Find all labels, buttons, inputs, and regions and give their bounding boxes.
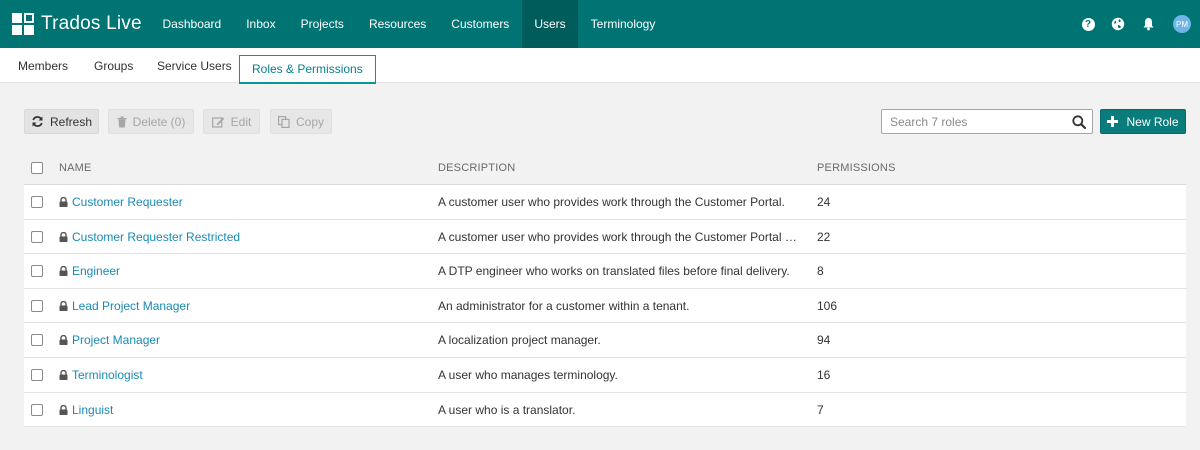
edit-button[interactable]: Edit xyxy=(203,109,260,134)
lock-icon xyxy=(59,197,68,207)
role-description: A user who manages terminology. xyxy=(438,367,618,382)
lock-icon xyxy=(59,300,68,311)
tab-groups[interactable]: Groups xyxy=(94,48,133,83)
role-permissions-count: 22 xyxy=(817,229,831,244)
search-input[interactable] xyxy=(882,110,1062,133)
role-name: Linguist xyxy=(72,402,114,417)
role-description: An administrator for a customer within a… xyxy=(438,298,690,313)
role-permissions-count: 8 xyxy=(817,264,824,279)
trash-icon xyxy=(117,116,127,128)
app-name: Trados Live xyxy=(41,13,142,34)
user-avatar[interactable]: PM xyxy=(1173,15,1191,33)
role-description: A customer user who provides work throug… xyxy=(438,229,798,244)
role-permissions-count: 94 xyxy=(817,333,831,348)
role-permissions-count: 24 xyxy=(817,195,831,209)
column-header-permissions[interactable]: PERMISSIONS xyxy=(817,151,896,185)
row-checkbox[interactable] xyxy=(31,403,43,416)
delete-label: Delete (0) xyxy=(132,114,186,129)
nav-item-customers[interactable]: Customers xyxy=(439,0,522,48)
main-content: Refresh Delete (0) Edit Copy Search 7 ro… xyxy=(0,84,1200,450)
table-row[interactable]: Lead Project Manager An administrator fo… xyxy=(24,288,1186,324)
select-all-checkbox[interactable] xyxy=(31,162,43,174)
refresh-icon xyxy=(31,115,44,128)
bell-icon[interactable] xyxy=(1141,17,1155,31)
nav-menu: Dashboard Inbox Projects Resources Custo… xyxy=(150,0,668,48)
table-row[interactable]: Linguist A user who is a translator. 7 xyxy=(24,392,1186,428)
lock-icon xyxy=(59,369,68,380)
trados-logo-icon xyxy=(12,13,34,35)
row-checkbox[interactable] xyxy=(31,265,43,278)
roles-table: NAME DESCRIPTION PERMISSIONS Customer Re… xyxy=(24,151,1186,428)
edit-icon xyxy=(211,116,225,128)
copy-button[interactable]: Copy xyxy=(270,109,332,134)
roles-panel: Refresh Delete (0) Edit Copy Search 7 ro… xyxy=(0,84,1200,450)
role-description: A DTP engineer who works on translated f… xyxy=(438,264,790,279)
role-name-link[interactable]: Terminologist xyxy=(59,358,419,392)
table-row[interactable]: Customer Requester A customer user who p… xyxy=(24,185,1186,220)
plus-icon xyxy=(1107,116,1119,127)
role-permissions-count: 16 xyxy=(817,367,831,382)
tab-members[interactable]: Members xyxy=(18,48,68,83)
delete-button[interactable]: Delete (0) xyxy=(108,109,194,134)
tab-service-users[interactable]: Service Users xyxy=(157,48,232,83)
role-permissions-count: 7 xyxy=(817,402,824,417)
new-role-label: New Role xyxy=(1126,114,1179,129)
table-row[interactable]: Project Manager A localization project m… xyxy=(24,323,1186,358)
role-name: Project Manager xyxy=(72,333,161,348)
nav-item-terminology[interactable]: Terminology xyxy=(578,0,668,48)
top-nav: Trados Live Dashboard Inbox Projects Res… xyxy=(0,0,1200,48)
role-description: A user who is a translator. xyxy=(438,402,576,417)
role-name-link[interactable]: Customer Requester Restricted xyxy=(59,220,419,254)
copy-icon xyxy=(277,115,290,128)
row-checkbox[interactable] xyxy=(31,230,43,243)
table-row[interactable]: Customer Requester Restricted A customer… xyxy=(24,219,1186,255)
nav-utilities: ? PM xyxy=(1081,0,1200,48)
row-checkbox[interactable] xyxy=(31,196,43,208)
edit-label: Edit xyxy=(230,114,252,129)
nav-item-dashboard[interactable]: Dashboard xyxy=(150,0,234,48)
role-description: A localization project manager. xyxy=(438,333,601,348)
help-icon[interactable]: ? xyxy=(1081,17,1095,31)
nav-item-users[interactable]: Users xyxy=(521,0,579,48)
role-name-link[interactable]: Engineer xyxy=(59,254,419,288)
column-header-name[interactable]: NAME xyxy=(59,151,92,185)
table-header: NAME DESCRIPTION PERMISSIONS xyxy=(24,151,1186,185)
column-header-description[interactable]: DESCRIPTION xyxy=(438,151,515,185)
brand-logo[interactable]: Trados Live xyxy=(0,0,150,48)
role-name: Customer Requester xyxy=(72,195,183,209)
table-row[interactable]: Engineer A DTP engineer who works on tra… xyxy=(24,254,1186,289)
role-name: Terminologist xyxy=(72,367,143,382)
role-name: Engineer xyxy=(72,264,121,279)
copy-label: Copy xyxy=(295,114,324,129)
lock-icon xyxy=(59,231,68,242)
search-icon[interactable] xyxy=(1072,115,1087,130)
role-name: Customer Requester Restricted xyxy=(72,229,241,244)
refresh-label: Refresh xyxy=(49,114,93,129)
role-name-link[interactable]: Customer Requester xyxy=(59,185,419,219)
role-name-link[interactable]: Lead Project Manager xyxy=(59,289,419,323)
subtabs: Members Groups Service Users Roles & Per… xyxy=(0,48,1200,84)
nav-item-projects[interactable]: Projects xyxy=(288,0,356,48)
role-description: A customer user who provides work throug… xyxy=(438,195,785,209)
role-permissions-count: 106 xyxy=(817,298,838,313)
lock-icon xyxy=(59,266,68,277)
tab-roles-permissions[interactable]: Roles & Permissions xyxy=(239,55,376,84)
refresh-button[interactable]: Refresh xyxy=(24,109,99,134)
row-checkbox[interactable] xyxy=(31,334,43,347)
role-name: Lead Project Manager xyxy=(72,298,191,313)
row-checkbox[interactable] xyxy=(31,299,43,312)
lock-icon xyxy=(59,404,68,415)
role-name-link[interactable]: Project Manager xyxy=(59,323,419,357)
lock-icon xyxy=(59,335,68,346)
nav-item-inbox[interactable]: Inbox xyxy=(234,0,288,48)
new-role-button[interactable]: New Role xyxy=(1100,109,1186,134)
role-name-link[interactable]: Linguist xyxy=(59,393,419,427)
search-box xyxy=(881,109,1093,134)
nav-item-resources[interactable]: Resources xyxy=(356,0,438,48)
globe-icon[interactable] xyxy=(1111,17,1125,31)
row-checkbox[interactable] xyxy=(31,368,43,381)
table-row[interactable]: Terminologist A user who manages termino… xyxy=(24,357,1186,393)
